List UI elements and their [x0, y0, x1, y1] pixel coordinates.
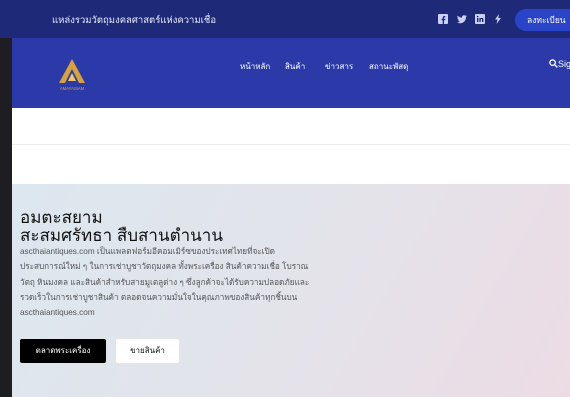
content-spacer	[12, 108, 570, 184]
nav-item-parcel-status[interactable]: สถานะพัสดุ	[369, 60, 408, 73]
facebook-icon[interactable]	[438, 14, 448, 24]
linkedin-icon[interactable]	[475, 14, 485, 24]
search-icon	[549, 59, 558, 68]
hero-section: อมตะสยาม สะสมศรัทธา สืบสานตำนาน ascthaia…	[12, 184, 570, 397]
link-icon[interactable]	[493, 14, 503, 24]
nav-item-products[interactable]: สินค้า	[285, 60, 305, 73]
twitter-icon[interactable]	[457, 14, 467, 24]
search-button[interactable]: Sig	[549, 59, 570, 69]
search-label: Sig	[558, 59, 570, 69]
nav-item-news[interactable]: ข่าวสาร	[325, 60, 353, 73]
logo-wordmark: AMAYASIAM	[60, 86, 85, 91]
top-bar: แหล่งรวมวัตถุมงคลศาสตร์แห่งความเชื่อ ลงท…	[0, 0, 570, 38]
main-navigation: AMAYASIAM หน้าหลัก สินค้า ข่าวสาร สถานะพ…	[12, 38, 570, 108]
site-tagline: แหล่งรวมวัตถุมงคลศาสตร์แห่งความเชื่อ	[52, 15, 217, 26]
nav-item-home[interactable]: หน้าหลัก	[240, 60, 270, 73]
divider	[12, 144, 570, 145]
sell-products-button[interactable]: ขายสินค้า	[116, 339, 179, 363]
site-logo[interactable]: AMAYASIAM	[54, 56, 90, 92]
amulet-market-button[interactable]: ตลาดพระเครื่อง	[20, 339, 106, 363]
register-button[interactable]: ลงทะเบียน	[515, 9, 570, 31]
hero-description: ascthaiantiques.com เป็นแพลตฟอร์มอีคอมเม…	[20, 247, 310, 318]
